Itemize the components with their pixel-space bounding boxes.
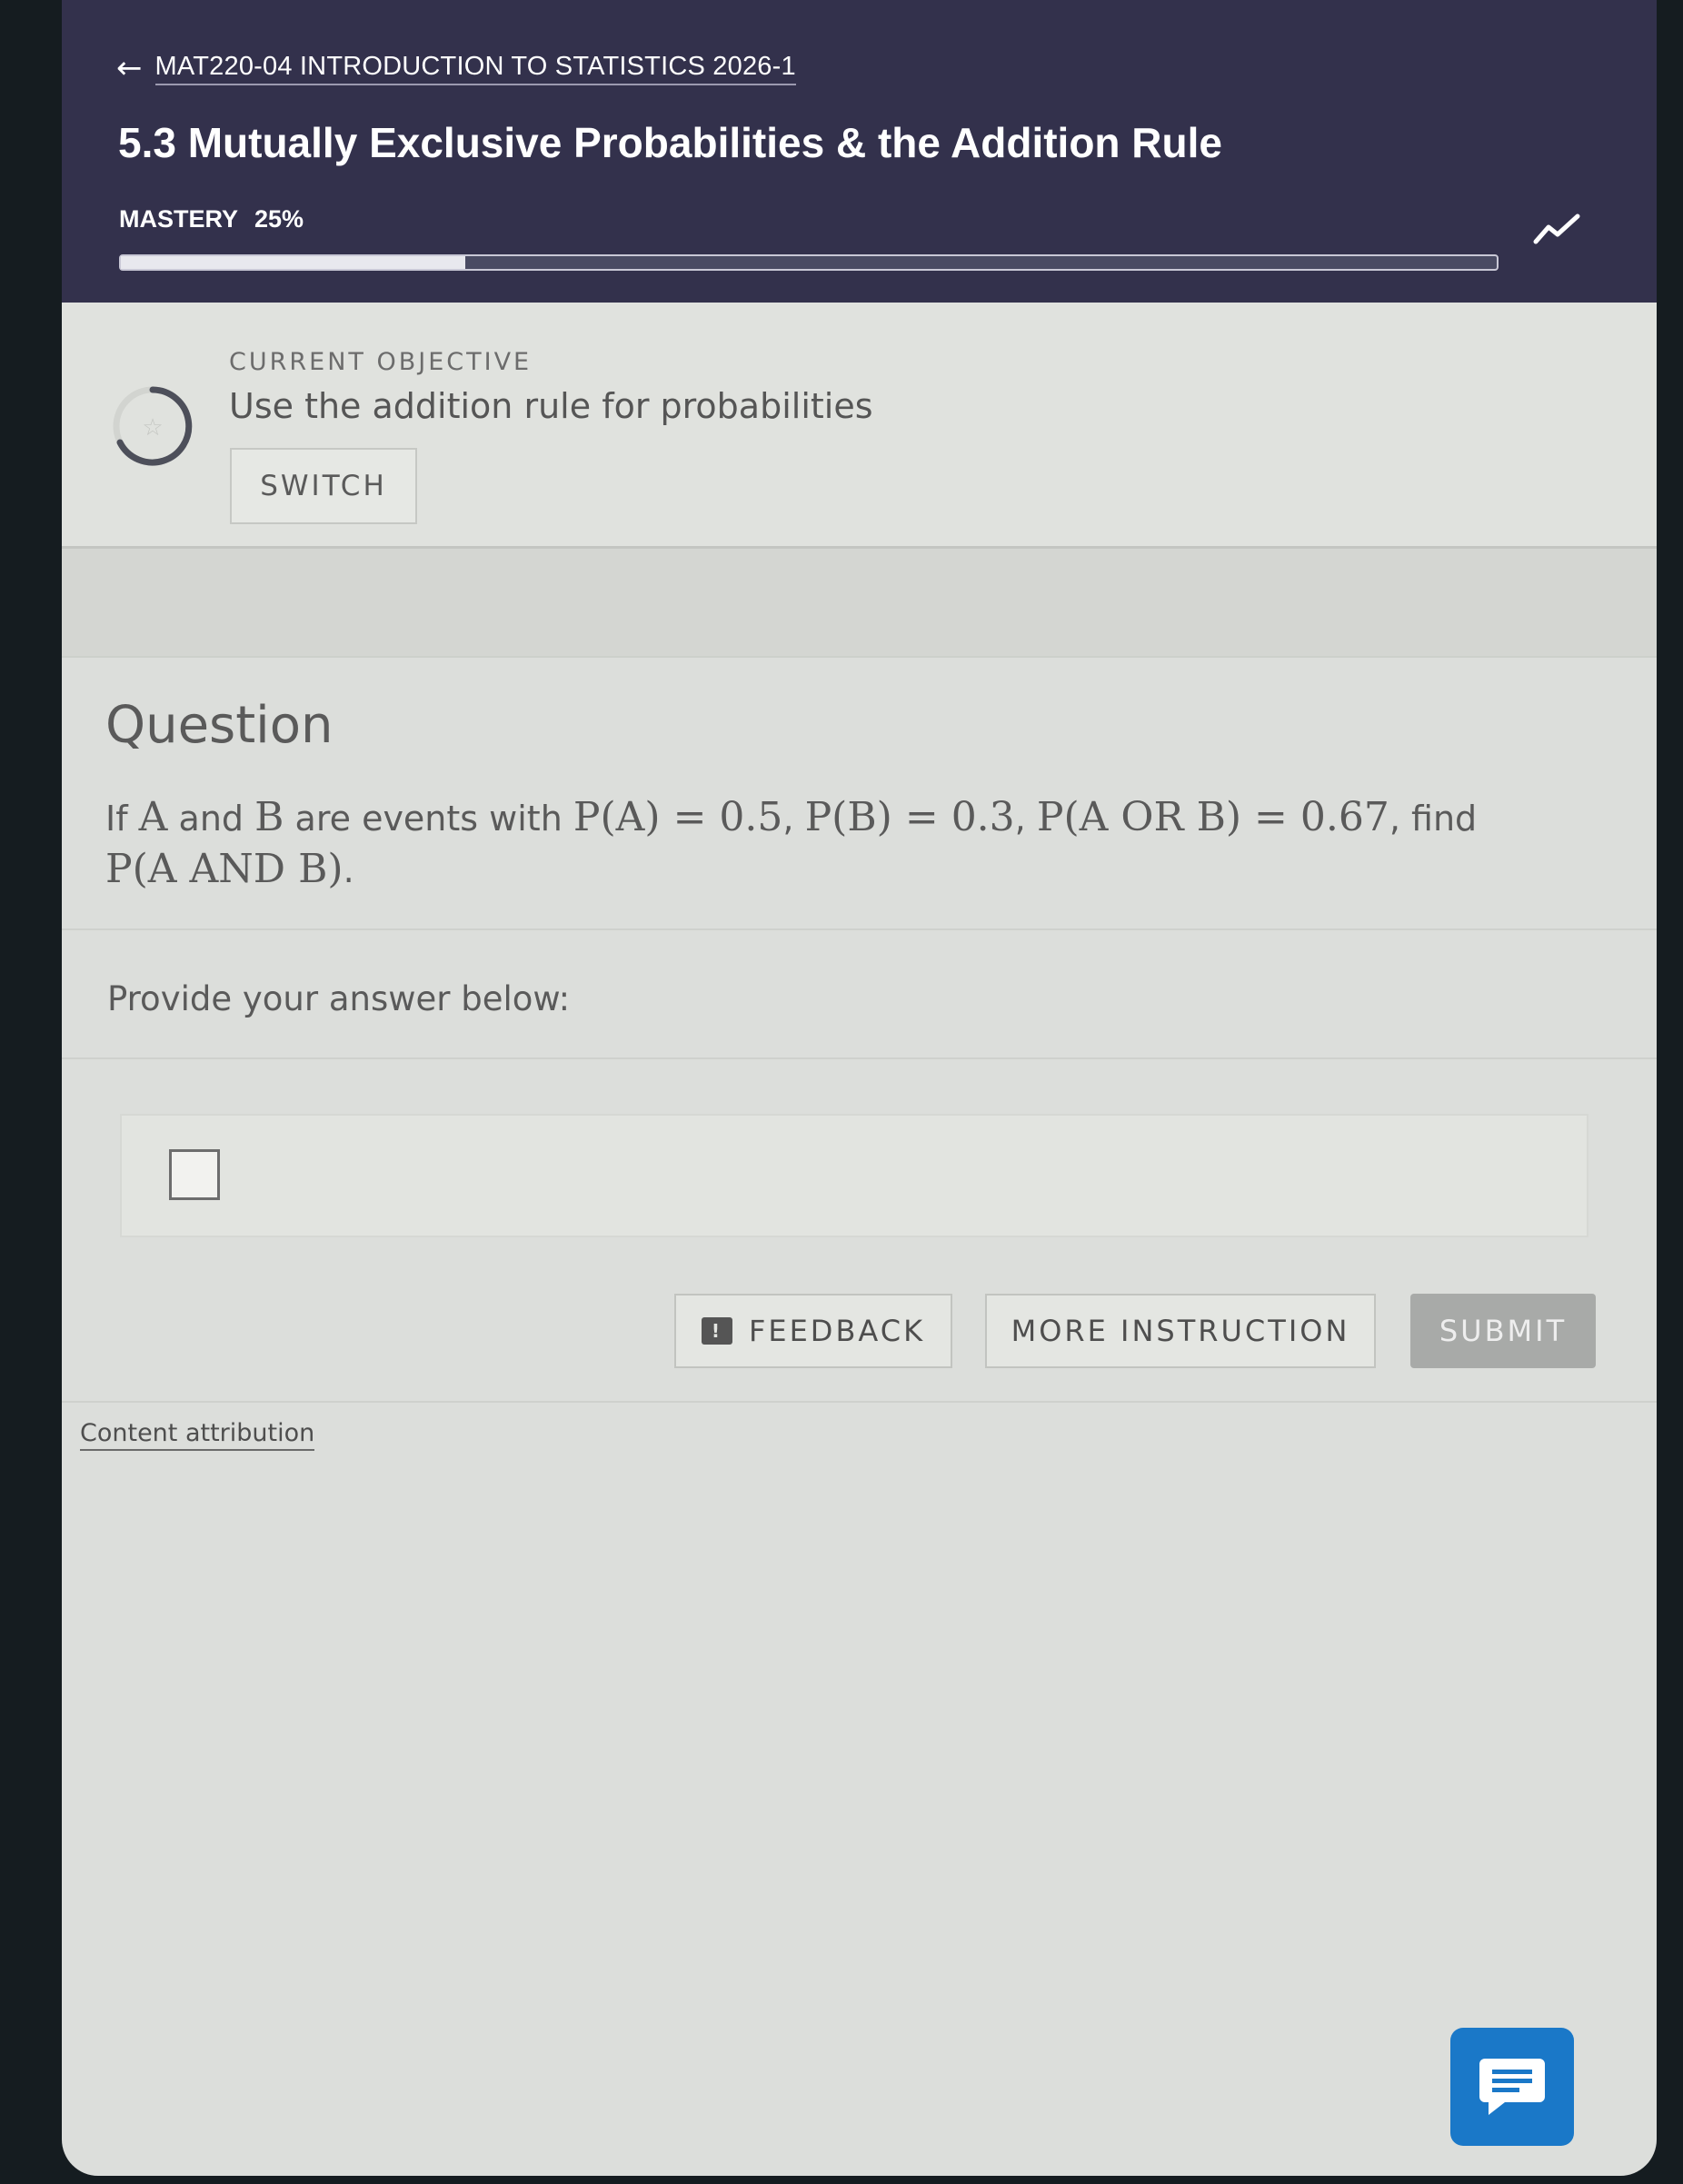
math-prob-a-or-b: P(A OR B) = 0.67 [1036,794,1389,840]
question-text-part: . [343,850,354,890]
svg-text:☆: ☆ [142,414,163,442]
progress-ring-icon: ☆ [113,386,193,466]
mastery-progress-bar [119,254,1499,271]
feedback-label: FEEDBACK [748,1314,926,1348]
lesson-header: ← MAT220-04 INTRODUCTION TO STATISTICS 2… [62,0,1657,303]
mastery-progress-fill [121,256,465,269]
math-event-b: B [254,794,284,840]
submit-button[interactable]: SUBMIT [1410,1294,1596,1368]
answer-input[interactable] [169,1149,220,1200]
math-event-a: A [138,794,168,840]
question-text-part: If [105,799,139,839]
answer-area [120,1114,1588,1237]
mastery-value: 25% [254,205,304,233]
question-text-part: , [782,799,805,839]
divider [62,1057,1657,1059]
question-text-part: , find [1389,799,1478,839]
question-heading: Question [105,696,334,755]
trend-icon[interactable] [1532,211,1583,247]
chat-button[interactable] [1450,2028,1574,2146]
current-objective-panel: ☆ CURRENT OBJECTIVE Use the addition rul… [62,303,1657,549]
objective-text: Use the addition rule for probabilities [229,386,873,426]
mastery-label: MASTERY [119,205,239,233]
question-section: Question If A and B are events with P(A)… [62,656,1657,928]
content-attribution-link[interactable]: Content attribution [80,1419,315,1451]
page-title: 5.3 Mutually Exclusive Probabilities & t… [118,119,1222,166]
divider [62,928,1657,930]
switch-objective-button[interactable]: SWITCH [230,448,417,524]
question-text: If A and B are events with P(A) = 0.5, P… [105,792,1487,896]
feedback-button[interactable]: ! FEEDBACK [674,1294,952,1368]
answer-prompt: Provide your answer below: [107,979,571,1018]
divider [62,1401,1657,1403]
more-instruction-button[interactable]: MORE INSTRUCTION [985,1294,1376,1368]
course-title: MAT220-04 INTRODUCTION TO STATISTICS 202… [154,52,796,85]
chat-icon [1479,2059,1545,2115]
arrow-left-icon: ← [116,50,143,86]
objective-kicker: CURRENT OBJECTIVE [229,348,533,376]
feedback-icon: ! [701,1317,732,1345]
mastery-indicator: MASTERY 25% [119,205,304,233]
back-to-course-link[interactable]: ← MAT220-04 INTRODUCTION TO STATISTICS 2… [116,47,796,89]
question-text-part: are events with [284,799,573,839]
app-frame: ← MAT220-04 INTRODUCTION TO STATISTICS 2… [62,0,1657,2176]
question-text-part: and [167,799,255,839]
math-prob-b: P(B) = 0.3 [804,794,1015,840]
math-prob-a: P(A) = 0.5 [573,794,783,840]
section-spacer [62,549,1657,658]
math-prob-a-and-b: P(A AND B) [105,846,344,892]
question-text-part: , [1014,799,1037,839]
